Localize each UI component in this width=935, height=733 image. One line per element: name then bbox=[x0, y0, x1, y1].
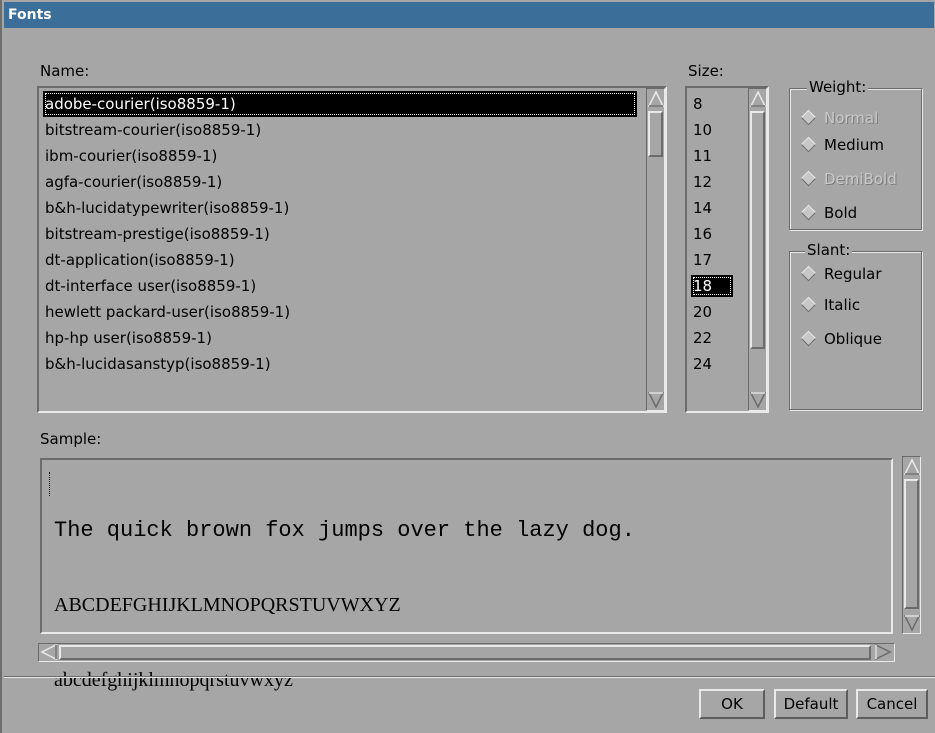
weight-demibold-radio: DemiBold bbox=[798, 166, 897, 192]
font-size-item[interactable]: 24 bbox=[691, 351, 712, 377]
scroll-right-arrow-icon[interactable] bbox=[874, 644, 892, 660]
scroll-down-arrow-icon[interactable] bbox=[648, 391, 664, 409]
scroll-up-arrow-icon[interactable] bbox=[904, 458, 920, 476]
button-separator bbox=[4, 676, 935, 678]
scroll-up-arrow-icon[interactable] bbox=[750, 90, 766, 108]
radio-diamond-icon bbox=[800, 204, 817, 221]
size-scrollbar[interactable] bbox=[748, 88, 767, 411]
cancel-button[interactable]: Cancel bbox=[856, 689, 928, 719]
scroll-left-arrow-icon[interactable] bbox=[40, 644, 58, 660]
weight-medium-radio[interactable]: Medium bbox=[798, 132, 884, 158]
sample-text: The quick brown fox jumps over the lazy … bbox=[54, 468, 635, 733]
font-size-item[interactable]: 20 bbox=[691, 299, 712, 325]
radio-diamond-icon bbox=[800, 330, 817, 347]
slant-regular-radio[interactable]: Regular bbox=[798, 261, 882, 287]
font-name-item[interactable]: hewlett packard-user(iso8859-1) bbox=[43, 299, 290, 325]
font-size-item[interactable]: 10 bbox=[691, 117, 712, 143]
font-name-item[interactable]: b&h-lucidasanstyp(iso8859-1) bbox=[43, 351, 271, 377]
sample-line-3: abcdefghijklmnopqrstuvwxyz bbox=[54, 669, 293, 691]
font-name-item[interactable]: bitstream-prestige(iso8859-1) bbox=[43, 221, 270, 247]
sample-vscroll-thumb[interactable] bbox=[904, 479, 919, 609]
slant-oblique-radio[interactable]: Oblique bbox=[798, 326, 882, 352]
size-scroll-thumb[interactable] bbox=[750, 111, 765, 349]
window-title: Fonts bbox=[4, 2, 934, 28]
radio-diamond-icon bbox=[800, 265, 817, 282]
scroll-down-arrow-icon[interactable] bbox=[750, 391, 766, 409]
radio-diamond-icon bbox=[800, 296, 817, 313]
weight-bold-radio[interactable]: Bold bbox=[798, 200, 857, 226]
font-size-item[interactable]: 12 bbox=[691, 169, 712, 195]
font-size-item[interactable]: 18 bbox=[691, 275, 733, 297]
size-label: Size: bbox=[688, 62, 724, 80]
text-cursor bbox=[49, 472, 51, 496]
font-size-list[interactable]: 8 10 11 12 14 16 17 18 20 22 24 bbox=[685, 86, 769, 413]
slant-legend: Slant: bbox=[805, 241, 853, 259]
sample-line-2: ABCDEFGHIJKLMNOPQRSTUVWXYZ bbox=[54, 594, 401, 616]
radio-diamond-icon bbox=[800, 170, 817, 187]
ok-button[interactable]: OK bbox=[699, 689, 765, 719]
sample-text-area[interactable]: The quick brown fox jumps over the lazy … bbox=[40, 458, 893, 691]
radio-diamond-icon bbox=[800, 136, 817, 153]
name-scroll-thumb[interactable] bbox=[648, 111, 663, 157]
fonts-dialog: Fonts Name: adobe-courier(iso8859-1) bit… bbox=[0, 0, 935, 733]
sample-label: Sample: bbox=[40, 430, 102, 448]
font-size-item[interactable]: 16 bbox=[691, 221, 712, 247]
font-name-item[interactable]: agfa-courier(iso8859-1) bbox=[43, 169, 222, 195]
font-size-item[interactable]: 14 bbox=[691, 195, 712, 221]
sample-line-1: The quick brown fox jumps over the lazy … bbox=[54, 518, 635, 543]
font-name-item[interactable]: b&h-lucidatypewriter(iso8859-1) bbox=[43, 195, 289, 221]
font-size-item[interactable]: 11 bbox=[691, 143, 712, 169]
default-button[interactable]: Default bbox=[774, 689, 848, 719]
sample-hscroll-thumb[interactable] bbox=[59, 645, 871, 660]
scroll-up-arrow-icon[interactable] bbox=[648, 90, 664, 108]
font-name-item[interactable]: bitstream-courier(iso8859-1) bbox=[43, 117, 261, 143]
font-size-item[interactable]: 8 bbox=[691, 91, 703, 117]
weight-legend: Weight: bbox=[807, 78, 869, 96]
font-name-item[interactable]: dt-interface user(iso8859-1) bbox=[43, 273, 256, 299]
sample-vertical-scrollbar[interactable] bbox=[902, 456, 921, 634]
font-name-item[interactable]: dt-application(iso8859-1) bbox=[43, 247, 235, 273]
name-label: Name: bbox=[40, 62, 90, 80]
slant-italic-radio[interactable]: Italic bbox=[798, 292, 860, 318]
font-size-item[interactable]: 22 bbox=[691, 325, 712, 351]
scroll-down-arrow-icon[interactable] bbox=[904, 614, 920, 632]
font-name-item[interactable]: hp-hp user(iso8859-1) bbox=[43, 325, 212, 351]
radio-diamond-icon bbox=[800, 109, 817, 126]
font-name-item[interactable]: ibm-courier(iso8859-1) bbox=[43, 143, 217, 169]
weight-normal-radio: Normal bbox=[798, 105, 878, 131]
name-scrollbar[interactable] bbox=[646, 88, 665, 411]
sample-horizontal-scrollbar[interactable] bbox=[38, 643, 895, 662]
font-size-item[interactable]: 17 bbox=[691, 247, 712, 273]
font-name-item[interactable]: adobe-courier(iso8859-1) bbox=[43, 91, 637, 117]
font-name-list[interactable]: adobe-courier(iso8859-1) bitstream-couri… bbox=[37, 86, 667, 413]
